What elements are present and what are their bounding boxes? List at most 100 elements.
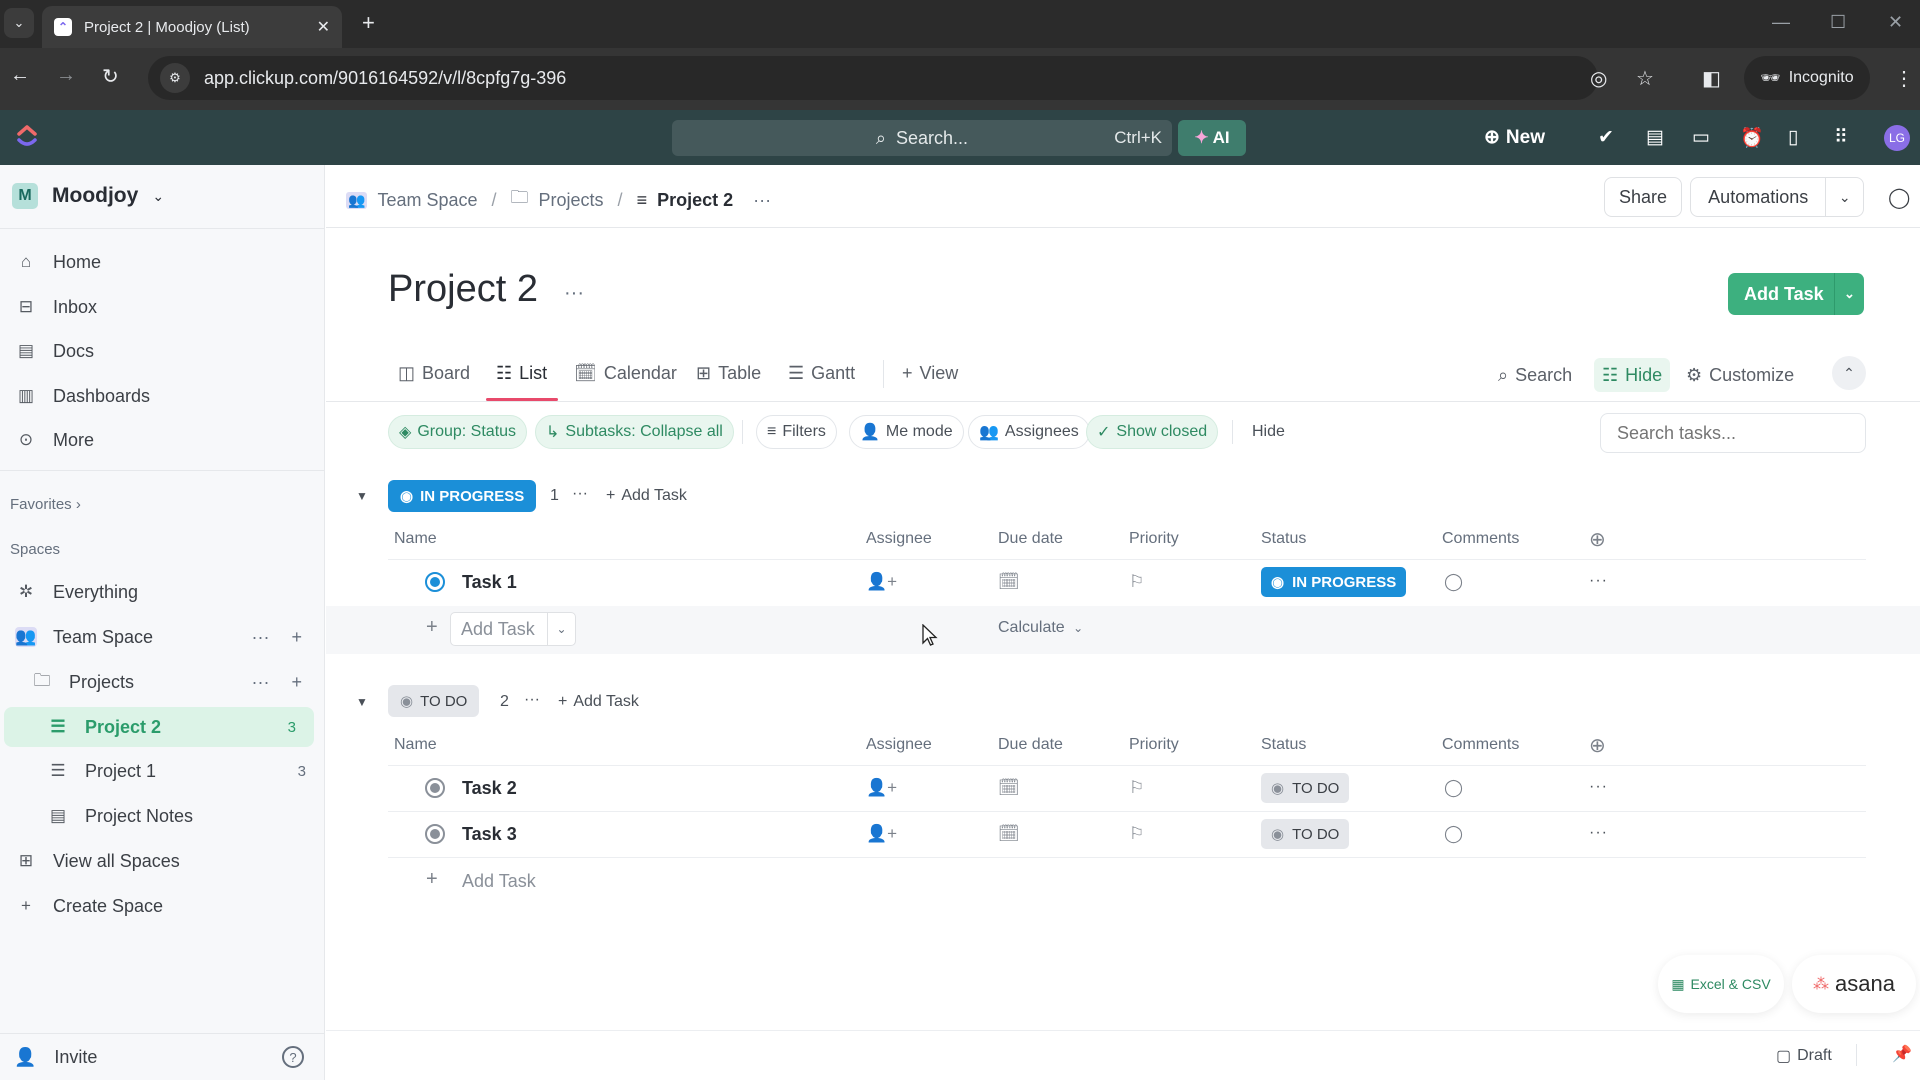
favorites-header[interactable]: Favorites › (10, 496, 81, 513)
task-status-icon[interactable] (425, 778, 445, 798)
me-mode-chip[interactable]: 👤 Me mode (849, 415, 964, 449)
inline-add-task-input[interactable]: Add Task ⌄ (450, 612, 576, 646)
task-status-badge[interactable]: ◉ IN PROGRESS (1261, 567, 1407, 597)
group-status-chip[interactable]: ◈ Group: Status (388, 415, 528, 449)
calculate-button[interactable]: Calculate ⌄ (998, 619, 1083, 637)
view-hide-button[interactable]: ☷ Hide (1594, 358, 1671, 392)
sidebar-item-everything[interactable]: ✲ Everything (0, 572, 324, 612)
column-header-due-date[interactable]: Due date (998, 530, 1063, 548)
task-name[interactable]: Task 2 (462, 778, 517, 799)
sidebar-item-project-2[interactable]: ☰ Project 2 3 (4, 707, 314, 747)
priority-flag-icon[interactable]: ⚐ (1129, 778, 1144, 798)
new-tab-button[interactable]: + (362, 10, 375, 36)
breadcrumb-team-space[interactable]: Team Space (377, 190, 477, 211)
task-status-badge[interactable]: ◉ TO DO (1261, 773, 1350, 803)
task-status-icon[interactable] (425, 824, 445, 844)
add-icon[interactable]: + (291, 672, 302, 693)
column-header-status[interactable]: Status (1261, 530, 1306, 548)
column-header-due-date[interactable]: Due date (998, 736, 1063, 754)
group-add-task-button[interactable]: + Add Task (606, 487, 687, 505)
row-more-icon[interactable]: ··· (1589, 778, 1608, 796)
group-status-badge[interactable]: ◉ IN PROGRESS (388, 480, 537, 512)
browser-menu-icon[interactable]: ⋮ (1894, 66, 1914, 91)
address-bar[interactable]: ⚙ app.clickup.com/9016164592/v/l/8cpfg7g… (148, 56, 1598, 100)
add-column-icon[interactable]: ⊕ (1589, 733, 1606, 758)
group-add-task-button[interactable]: + Add Task (558, 693, 639, 711)
add-assignee-icon[interactable]: 👤+ (866, 824, 897, 844)
import-asana-button[interactable]: ⁂ asana (1792, 955, 1916, 1013)
video-clip-icon[interactable]: ▭ (1692, 126, 1710, 149)
breadcrumb-projects[interactable]: Projects (539, 190, 604, 211)
task-name[interactable]: Task 3 (462, 824, 517, 845)
assignees-chip[interactable]: 👥 Assignees (968, 415, 1090, 449)
incognito-indicator[interactable]: 🕶 Incognito (1744, 56, 1870, 100)
column-header-priority[interactable]: Priority (1129, 530, 1179, 548)
add-due-date-icon[interactable]: 🗓 (998, 778, 1020, 798)
add-task-button[interactable]: Add Task ⌄ (1728, 273, 1864, 315)
column-header-assignee[interactable]: Assignee (866, 530, 932, 548)
browser-tab[interactable]: ⌃ Project 2 | Moodjoy (List) ✕ (42, 6, 342, 48)
add-due-date-icon[interactable]: 🗓 (998, 824, 1020, 844)
minimize-icon[interactable]: — (1772, 12, 1790, 33)
share-button[interactable]: Share (1604, 177, 1682, 217)
help-icon[interactable]: ? (282, 1046, 304, 1068)
side-panel-icon[interactable]: ◧ (1702, 66, 1721, 91)
add-icon[interactable]: + (291, 627, 302, 648)
group-status-badge[interactable]: ◉ TO DO (388, 685, 480, 717)
sidebar-item-docs[interactable]: ▤ Docs (0, 331, 324, 371)
column-header-name[interactable]: Name (394, 530, 437, 548)
priority-flag-icon[interactable]: ⚐ (1129, 572, 1144, 592)
collapse-group-caret-icon[interactable]: ▼ (356, 489, 368, 503)
sidebar-item-projects[interactable]: 🗀 Projects ··· + (0, 662, 324, 702)
column-header-comments[interactable]: Comments (1442, 530, 1519, 548)
tracking-eye-off-icon[interactable]: ◎ (1590, 66, 1607, 91)
priority-flag-icon[interactable]: ⚐ (1129, 824, 1144, 844)
row-more-icon[interactable]: ··· (1589, 572, 1608, 590)
column-header-status[interactable]: Status (1261, 736, 1306, 754)
sidebar-item-project-1[interactable]: ☰ Project 1 3 (0, 751, 324, 791)
add-assignee-icon[interactable]: 👤+ (866, 778, 897, 798)
reminder-alarm-icon[interactable]: ⏰ (1740, 126, 1764, 150)
doc-icon[interactable]: ▯ (1788, 126, 1798, 149)
column-header-name[interactable]: Name (394, 736, 437, 754)
more-dots-icon[interactable]: ··· (252, 627, 270, 648)
tab-board[interactable]: ◫ Board (398, 358, 470, 388)
add-due-date-icon[interactable]: 🗓 (998, 572, 1020, 592)
task-status-badge[interactable]: ◉ TO DO (1261, 819, 1350, 849)
reload-icon[interactable]: ↻ (102, 64, 119, 89)
chat-icon[interactable]: ◯ (1888, 185, 1910, 210)
sidebar-item-dashboards[interactable]: ▥ Dashboards (0, 376, 324, 416)
tab-list-button[interactable]: ⌄ (4, 8, 34, 38)
invite-button[interactable]: Invite (54, 1047, 97, 1068)
notepad-icon[interactable]: ▤ (1646, 126, 1664, 149)
search-tasks-input[interactable] (1600, 413, 1866, 453)
automations-button[interactable]: Automations ⌄ (1690, 177, 1864, 217)
subtasks-chip[interactable]: ↳ Subtasks: Collapse all (535, 415, 734, 449)
forward-icon[interactable]: → (56, 64, 76, 87)
column-header-priority[interactable]: Priority (1129, 736, 1179, 754)
site-settings-icon[interactable]: ⚙ (160, 63, 190, 93)
add-column-icon[interactable]: ⊕ (1589, 527, 1606, 552)
view-search-button[interactable]: ⌕ Search (1498, 358, 1572, 392)
collapse-chevron-up-icon[interactable]: ⌃ (1832, 356, 1866, 390)
add-view-button[interactable]: + View (902, 358, 958, 388)
page-more-icon[interactable]: ··· (564, 282, 584, 305)
maximize-icon[interactable]: ☐ (1830, 12, 1846, 33)
more-dots-icon[interactable]: ··· (252, 672, 270, 693)
ai-button[interactable]: ✦ AI (1178, 120, 1246, 156)
task-status-icon[interactable] (425, 572, 445, 592)
close-tab-icon[interactable]: ✕ (317, 17, 330, 37)
global-search[interactable]: ⌕ Search... Ctrl+K (672, 120, 1172, 156)
hide-filter-button[interactable]: Hide (1252, 423, 1285, 441)
apps-grid-icon[interactable]: ⠿ (1834, 126, 1848, 149)
tab-list[interactable]: ☷ List (496, 358, 547, 388)
close-window-icon[interactable]: ✕ (1888, 12, 1903, 33)
customize-button[interactable]: ⚙ Customize (1686, 358, 1794, 392)
chevron-down-icon[interactable]: ⌄ (547, 613, 575, 645)
tasks-check-icon[interactable]: ✔ (1598, 126, 1614, 149)
tab-gantt[interactable]: ☰ Gantt (788, 358, 855, 388)
pin-icon[interactable]: 📌 (1892, 1044, 1912, 1064)
add-task-row-button[interactable]: Add Task (462, 871, 536, 892)
sidebar-item-home[interactable]: ⌂ Home (0, 242, 324, 282)
show-closed-chip[interactable]: ✓ Show closed (1086, 415, 1219, 449)
